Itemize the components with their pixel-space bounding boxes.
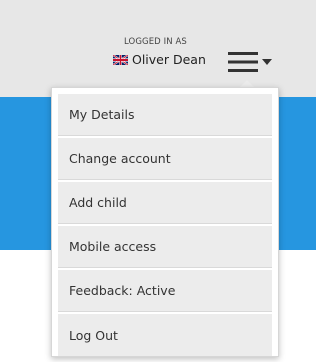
current-user: Oliver Dean	[113, 52, 206, 67]
menu-item-mobile-access[interactable]: Mobile access	[58, 226, 272, 268]
menu-item-label: Add child	[69, 195, 127, 210]
hamburger-menu-icon	[228, 52, 272, 72]
menu-item-add-child[interactable]: Add child	[58, 182, 272, 224]
menu-item-my-details[interactable]: My Details	[58, 94, 272, 136]
uk-flag-icon	[113, 54, 128, 65]
menu-toggle-button[interactable]	[226, 50, 276, 74]
menu-item-label: My Details	[69, 107, 135, 122]
menu-item-label: Log Out	[69, 327, 118, 343]
menu-item-label: Change account	[69, 151, 171, 166]
menu-item-log-out[interactable]: Log Out	[58, 314, 272, 356]
menu-item-label: Mobile access	[69, 239, 157, 254]
menu-item-feedback[interactable]: Feedback: Active	[58, 270, 272, 312]
menu-item-label: Feedback: Active	[69, 283, 176, 298]
caret-down-icon	[262, 59, 272, 65]
menu-item-change-account[interactable]: Change account	[58, 138, 272, 180]
user-menu-dropdown: My Details Change account Add child Mobi…	[51, 87, 279, 357]
dropdown-pointer	[240, 80, 254, 87]
header-bar	[0, 0, 316, 97]
logged-in-label: LOGGED IN AS	[124, 37, 187, 47]
user-name: Oliver Dean	[132, 52, 206, 67]
